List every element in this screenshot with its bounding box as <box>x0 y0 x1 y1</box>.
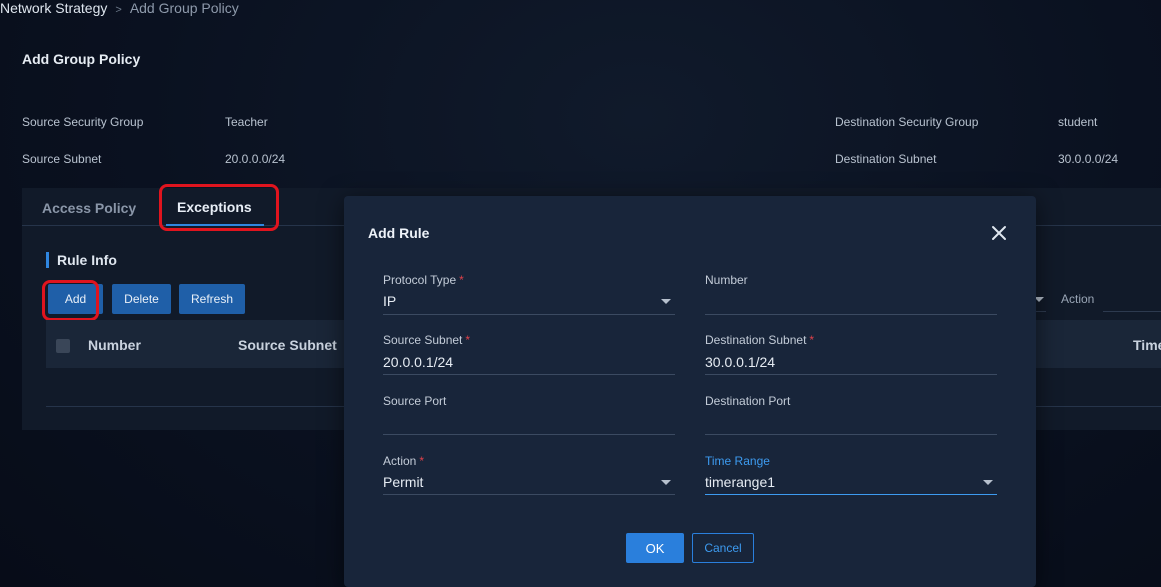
source-subnet-input[interactable]: 20.0.0.1/24 <box>383 354 453 370</box>
destination-port-input[interactable] <box>705 414 997 434</box>
action-underline <box>383 494 675 495</box>
destination-security-group-label: Destination Security Group <box>835 115 979 129</box>
number-input[interactable] <box>705 293 997 313</box>
rule-info-title: Rule Info <box>57 252 117 268</box>
rule-info-accent-bar <box>46 252 49 268</box>
destination-subnet-input[interactable]: 30.0.0.1/24 <box>705 354 775 370</box>
time-range-underline <box>705 494 997 495</box>
destination-subnet-label: Destination Subnet <box>835 152 937 166</box>
add-highlight-box <box>42 280 99 321</box>
close-icon[interactable] <box>988 222 1010 244</box>
source-subnet-underline <box>383 374 675 375</box>
delete-button[interactable]: Delete <box>112 284 171 314</box>
time-range-select[interactable]: timerange1 <box>705 474 775 490</box>
destination-port-label: Destination Port <box>705 394 791 408</box>
breadcrumb-network-strategy[interactable]: Network Strategy <box>0 0 107 16</box>
select-all-checkbox[interactable] <box>56 339 70 353</box>
destination-security-group-value: student <box>1058 115 1098 129</box>
breadcrumb-current: Add Group Policy <box>129 0 239 16</box>
number-label: Number <box>705 273 748 287</box>
protocol-type-select[interactable]: IP <box>383 293 396 309</box>
number-underline <box>705 314 997 315</box>
protocol-type-chevron-down-icon[interactable] <box>661 299 671 304</box>
destination-subnet-value: 30.0.0.0/24 <box>1058 152 1119 166</box>
action-filter-underline[interactable] <box>1103 311 1161 312</box>
modal-title: Add Rule <box>368 225 430 241</box>
cancel-button[interactable]: Cancel <box>692 533 754 563</box>
filter-underline <box>1036 311 1046 312</box>
refresh-button[interactable]: Refresh <box>179 284 245 314</box>
column-time[interactable]: Time <box>1133 337 1161 353</box>
destination-subnet-field-label: Destination Subnet * <box>705 333 815 347</box>
source-security-group-value: Teacher <box>225 115 268 129</box>
exceptions-highlight-box <box>159 184 279 231</box>
action-select[interactable]: Permit <box>383 474 423 490</box>
protocol-type-underline <box>383 314 675 315</box>
time-range-label: Time Range <box>705 454 770 468</box>
source-port-underline <box>383 434 675 435</box>
source-security-group-label: Source Security Group <box>22 115 144 129</box>
source-subnet-label: Source Subnet <box>22 152 102 166</box>
protocol-type-label: Protocol Type * <box>383 273 464 287</box>
source-port-input[interactable] <box>383 414 675 434</box>
source-subnet-field-label: Source Subnet * <box>383 333 471 347</box>
action-field-label: Action * <box>383 454 425 468</box>
ok-button[interactable]: OK <box>626 533 684 563</box>
breadcrumb: Network Strategy > Add Group Policy <box>0 0 239 16</box>
action-chevron-down-icon[interactable] <box>661 480 671 485</box>
destination-port-underline <box>705 434 997 435</box>
action-filter-label: Action <box>1061 292 1095 306</box>
add-rule-modal: Add Rule Protocol Type * IP Number Source… <box>344 196 1036 587</box>
destination-subnet-underline <box>705 374 997 375</box>
time-range-chevron-down-icon[interactable] <box>983 480 993 485</box>
source-port-label: Source Port <box>383 394 447 408</box>
column-number[interactable]: Number <box>88 337 141 353</box>
column-source-subnet[interactable]: Source Subnet <box>238 337 337 353</box>
tab-access-policy[interactable]: Access Policy <box>42 200 136 216</box>
breadcrumb-separator: > <box>115 4 122 16</box>
page-title: Add Group Policy <box>22 51 141 67</box>
source-subnet-value: 20.0.0.0/24 <box>225 152 286 166</box>
